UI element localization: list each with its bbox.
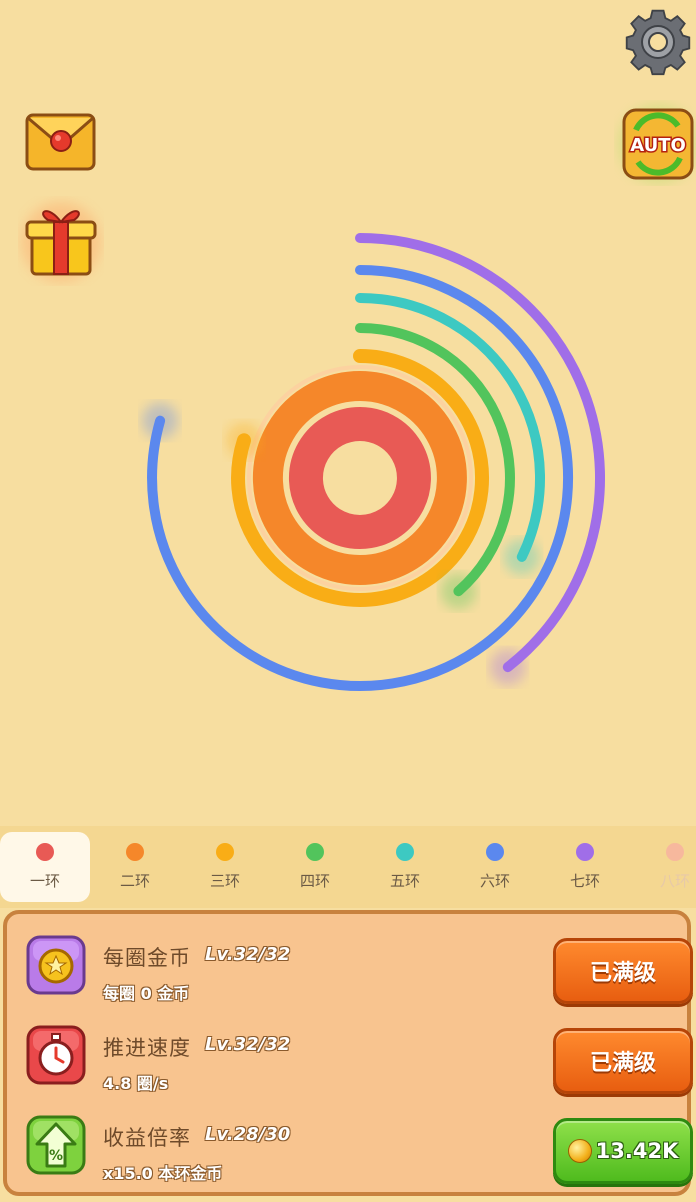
ring-tab[interactable]: 五环 (360, 832, 450, 902)
upgrade-row-speed: 推进速度 Lv.32/32 4.8 圈/s 已满级 (7, 1010, 693, 1100)
upgrade-row-multiplier: % 收益倍率 Lv.28/30 x15.0 本环金币 13.42K (7, 1100, 693, 1190)
settings-button[interactable] (622, 6, 694, 78)
upgrade-row-coins: 每圈金币 Lv.32/32 每圈 0 金币 已满级 (7, 920, 693, 1010)
ring-tab-bar: 一环 二环 三环 四环 五环 六环 七环 八环 (0, 826, 696, 908)
ring-tab[interactable]: 三环 (180, 832, 270, 902)
ring-tab[interactable]: 八环 (630, 832, 696, 902)
upgrade-panel: 每圈金币 Lv.32/32 每圈 0 金币 已满级 推进速度 Lv.32/32 … (3, 910, 693, 1196)
ring-color-dot (576, 843, 594, 861)
ring-tab[interactable]: 一环 (0, 832, 90, 902)
upgrade-level: Lv.28/30 (205, 1124, 291, 1145)
upgrade-button-speed[interactable]: 已满级 (553, 1028, 693, 1094)
upgrade-title: 每圈金币 (103, 946, 191, 970)
mail-button[interactable] (24, 110, 98, 174)
ring-tab-label: 七环 (569, 872, 600, 890)
ring-color-dot (666, 843, 684, 861)
ring-color-dot (126, 843, 144, 861)
ring-tab-label: 八环 (659, 872, 690, 890)
upgrade-value: 每圈 0 金币 (103, 984, 190, 1003)
upgrade-value: 4.8 圈/s (103, 1074, 169, 1093)
upgrade-button-multiplier[interactable]: 13.42K (553, 1118, 693, 1184)
ring-color-dot (306, 843, 324, 861)
gift-button[interactable] (18, 196, 104, 286)
rings-display (142, 233, 605, 691)
auto-label: AUTO (630, 135, 686, 156)
upgrade-button-coins[interactable]: 已满级 (553, 938, 693, 1004)
ring-tab-label: 四环 (299, 872, 330, 890)
ring-tab[interactable]: 七环 (540, 832, 630, 902)
speed-upgrade-icon-box (25, 1024, 87, 1086)
coin-icon (26, 935, 86, 995)
coin-icon (567, 1139, 592, 1163)
upgrade-cost: 13.42K (595, 1139, 679, 1163)
multiplier-upgrade-icon-box: % (25, 1114, 87, 1176)
coin-upgrade-icon-box (25, 934, 87, 996)
svg-text:%: % (49, 1148, 63, 1164)
upgrade-level: Lv.32/32 (205, 1034, 291, 1055)
auto-button[interactable]: AUTO (614, 100, 696, 186)
envelope-icon (25, 113, 96, 171)
ring-color-dot (216, 843, 234, 861)
ring-tab-label: 五环 (389, 872, 420, 890)
upgrade-percent-icon: % (26, 1115, 86, 1175)
ring-tab[interactable]: 二环 (90, 832, 180, 902)
ring-color-dot (396, 843, 414, 861)
ring-color-dot (486, 843, 504, 861)
ring-tab-label: 三环 (209, 872, 240, 890)
ring-color-dot (36, 843, 54, 861)
ring-tab-label: 一环 (29, 872, 60, 890)
ring-tab[interactable]: 六环 (450, 832, 540, 902)
gift-icon (21, 202, 101, 282)
ring-tab[interactable]: 四环 (270, 832, 360, 902)
ring-tab-label: 六环 (479, 872, 510, 890)
ring-tab-label: 二环 (119, 872, 150, 890)
upgrade-value: x15.0 本环金币 (103, 1164, 223, 1183)
ring-arc (288, 407, 431, 549)
auto-icon: AUTO (618, 104, 696, 184)
upgrade-level: Lv.32/32 (205, 944, 291, 965)
stopwatch-icon (26, 1025, 86, 1085)
gear-icon (625, 9, 691, 76)
upgrade-title: 推进速度 (103, 1036, 191, 1060)
upgrade-title: 收益倍率 (103, 1126, 191, 1150)
